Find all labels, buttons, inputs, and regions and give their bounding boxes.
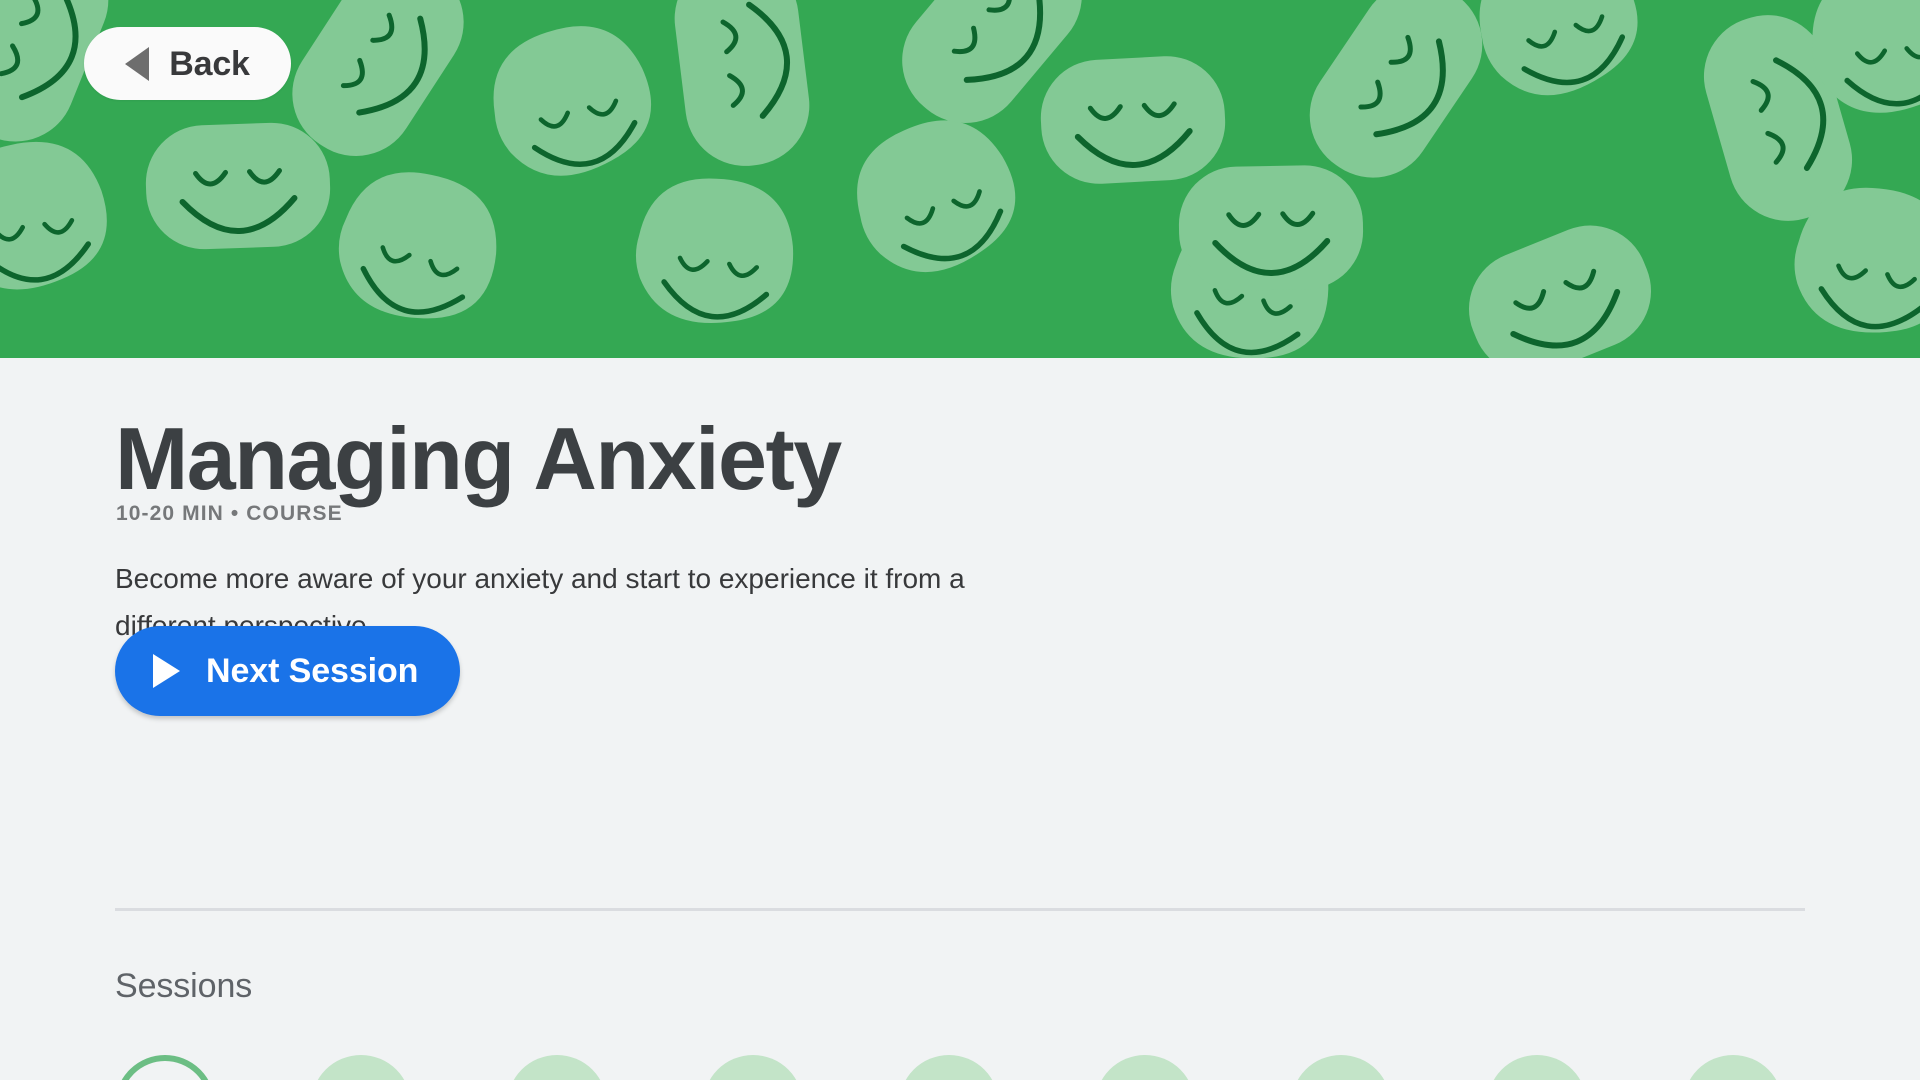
page-title: Managing Anxiety	[115, 409, 842, 508]
hero-banner: Back	[0, 0, 1920, 358]
back-button-label: Back	[169, 44, 250, 83]
session-item[interactable]	[1095, 1055, 1195, 1080]
session-item[interactable]	[507, 1055, 607, 1080]
section-divider	[115, 908, 1805, 911]
session-item[interactable]	[1487, 1055, 1587, 1080]
sessions-list	[115, 1055, 1783, 1080]
play-icon	[153, 654, 180, 688]
sessions-heading: Sessions	[115, 967, 253, 1005]
session-item[interactable]	[703, 1055, 803, 1080]
app-root: Back Managing Anxiety 10-20 MIN • COURSE…	[0, 0, 1920, 1080]
session-item[interactable]	[1683, 1055, 1783, 1080]
back-button[interactable]: Back	[84, 27, 291, 100]
session-item[interactable]	[115, 1055, 215, 1080]
session-item[interactable]	[899, 1055, 999, 1080]
session-item[interactable]	[311, 1055, 411, 1080]
course-meta: 10-20 MIN • COURSE	[116, 502, 343, 525]
session-item[interactable]	[1291, 1055, 1391, 1080]
triangle-left-icon	[125, 46, 150, 81]
next-session-label: Next Session	[206, 652, 419, 690]
next-session-button[interactable]: Next Session	[115, 626, 461, 716]
